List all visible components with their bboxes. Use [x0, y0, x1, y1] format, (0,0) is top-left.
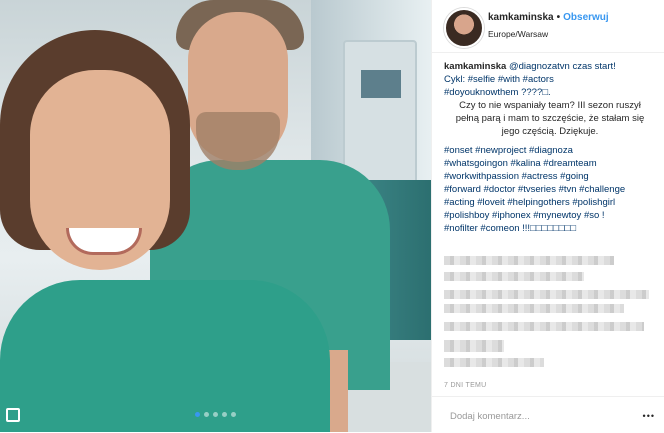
- carousel-dot: [231, 412, 236, 417]
- caption-line: #doyouknowthem ????□.: [444, 87, 551, 98]
- blurred-comment: [444, 290, 649, 299]
- caption-text: @diagnozatvn czas start!: [506, 61, 616, 72]
- comment-bar: Dodaj komentarz... •••: [432, 396, 664, 433]
- more-options-icon[interactable]: •••: [643, 411, 655, 421]
- post-caption: kamkaminska @diagnozatvn czas start! Cyk…: [444, 60, 656, 235]
- caption-username[interactable]: kamkaminska: [444, 61, 506, 72]
- carousel-dot: [213, 412, 218, 417]
- post-photo[interactable]: [0, 0, 431, 432]
- blurred-comment: [444, 256, 614, 265]
- caption-line: Cykl: #selfie #with #actors: [444, 74, 554, 85]
- hashtag-line[interactable]: #whatsgoingon #kalina #dreamteam: [444, 157, 656, 170]
- carousel-indicator: [0, 404, 431, 422]
- follow-button[interactable]: Obserwuj: [563, 12, 609, 23]
- blurred-comment: [444, 272, 584, 281]
- blurred-comment: [444, 340, 504, 352]
- carousel-dot: [204, 412, 209, 417]
- hashtag-line[interactable]: #acting #loveit #helpingothers #polishgi…: [444, 196, 656, 209]
- caption-line: kamkaminska @diagnozatvn czas start!: [444, 60, 656, 73]
- caption-line: pełną parą i mam to szczęście, że stałam…: [455, 113, 645, 124]
- hashtag-line[interactable]: #nofilter #comeon !!!□□□□□□□□: [444, 222, 656, 235]
- comment-input[interactable]: Dodaj komentarz...: [450, 411, 530, 422]
- location-link[interactable]: Europe/Warsaw: [488, 29, 548, 39]
- post-timestamp[interactable]: 7 DNI TEMU: [444, 382, 487, 389]
- hashtag-line[interactable]: #polishboy #iphonex #mynewtoy #so !: [444, 209, 656, 222]
- avatar[interactable]: [444, 8, 484, 48]
- hashtag-line[interactable]: #onset #newproject #diagnoza: [444, 144, 656, 157]
- carousel-dot: [195, 412, 200, 417]
- caption-line: jego częścią. Dziękuje.: [501, 126, 599, 137]
- monitor-screen: [361, 70, 401, 98]
- carousel-dot: [222, 412, 227, 417]
- hashtag-line[interactable]: #forward #doctor #tvseries #tvn #challen…: [444, 183, 656, 196]
- blurred-likes: [444, 358, 544, 367]
- blurred-comment: [444, 322, 644, 331]
- header-username-row: kamkaminska • Obserwuj: [488, 12, 609, 23]
- username-link[interactable]: kamkaminska: [488, 12, 554, 23]
- post-header: kamkaminska • Obserwuj Europe/Warsaw: [432, 0, 664, 53]
- post-sidebar: kamkaminska • Obserwuj Europe/Warsaw kamka…: [431, 0, 664, 432]
- caption-line: Czy to nie wspaniały team? III sezon rus…: [459, 100, 641, 111]
- separator: •: [556, 12, 561, 23]
- hashtag-line[interactable]: #workwithpassion #actress #going: [444, 170, 656, 183]
- blurred-comment: [444, 304, 624, 313]
